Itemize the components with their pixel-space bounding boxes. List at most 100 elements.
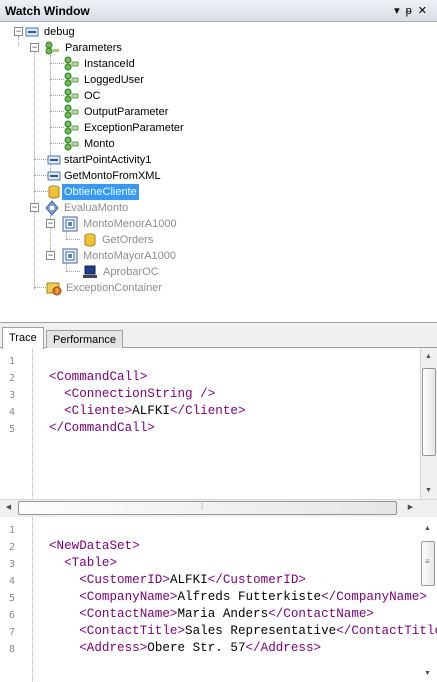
decision-icon [45, 200, 59, 216]
parameter-icon [64, 136, 79, 151]
line-number: 2 [9, 542, 16, 553]
parameter-icon [64, 120, 79, 135]
tree-label: GetMontoFromXML [64, 170, 161, 182]
scroll-left-icon[interactable]: ◀ [1, 500, 16, 515]
parameter-icon [64, 104, 79, 119]
xml-tag: <ConnectionString /> [64, 387, 216, 401]
tree-label: InstanceId [84, 58, 135, 70]
code-line: <CompanyName>Alfreds Futterkiste</Compan… [79, 590, 427, 604]
scroll-thumb[interactable] [422, 368, 436, 456]
scroll-up-icon[interactable]: ▲ [421, 349, 436, 364]
watch-tree: − − − − − debug Parameters InstanceId Lo… [0, 22, 437, 323]
code-line: <Address>Obere Str. 57</Address> [79, 641, 322, 655]
xml-tag: </Address> [245, 641, 322, 655]
scroll-right-icon[interactable]: ▶ [403, 500, 418, 515]
code-line: <NewDataSet> [49, 539, 140, 553]
parameter-icon [64, 72, 79, 87]
line-number: 1 [9, 525, 16, 536]
tree-label: startPointActivity1 [64, 154, 152, 166]
tree-label: Parameters [65, 42, 122, 54]
collapse-montomayor-icon[interactable]: − [46, 251, 55, 260]
tree-label: ExceptionContainer [66, 282, 163, 294]
tab-performance[interactable]: Performance [46, 330, 123, 348]
computer-icon [83, 265, 97, 278]
exception-icon: ! [46, 282, 62, 296]
window-buttons: ▾ᵽ✕ [394, 4, 433, 17]
database-icon [84, 233, 96, 247]
vertical-scrollbar[interactable]: ▲ ▼ [420, 348, 437, 499]
code-line: <Table> [49, 556, 118, 570]
tree-label: GetOrders [102, 234, 154, 246]
code-line: <ContactName>Maria Anders</ContactName> [79, 607, 374, 621]
tree-label: ExceptionParameter [84, 122, 184, 134]
line-number: 6 [9, 610, 16, 621]
scroll-down-icon[interactable]: ▼ [421, 483, 436, 498]
parameter-icon [64, 88, 79, 103]
tree-label: Monto [84, 138, 115, 150]
parameters-icon [45, 41, 59, 55]
vertical-scrollbar[interactable]: ▲ ≡ ▼ [420, 517, 437, 682]
grip-icon: ≡ [425, 557, 430, 566]
collapse-debug-icon[interactable]: − [14, 27, 23, 36]
svg-text:!: ! [56, 288, 59, 296]
activity-icon [47, 155, 61, 165]
code-line: <Cliente>ALFKI</Cliente> [64, 404, 246, 418]
xml-tag: </CompanyName> [321, 590, 427, 604]
database-icon [48, 185, 60, 199]
scroll-up-icon[interactable]: ▲ [420, 521, 435, 536]
collapse-evaluamonto-icon[interactable]: − [30, 203, 39, 212]
line-number: 4 [9, 576, 16, 587]
line-number: 7 [9, 627, 16, 638]
collapse-montomenor-icon[interactable]: − [46, 219, 55, 228]
tree-label: MontoMayorA1000 [83, 250, 176, 262]
tree-label: EvaluaMonto [64, 202, 129, 214]
branch-icon [62, 216, 78, 232]
trace-editor[interactable]: 1 2 3 4 5 <CommandCall> <ConnectionStrin… [0, 348, 437, 516]
watch-window-titlebar: Watch Window ▾ᵽ✕ [0, 0, 437, 22]
line-gutter [0, 517, 33, 682]
tree-label: debug [44, 26, 75, 38]
tree-label: ObtieneCliente [62, 184, 139, 200]
scroll-down-icon[interactable]: ▼ [420, 666, 435, 681]
parameter-icon [64, 56, 79, 71]
xml-tag: </CustomerID> [207, 573, 306, 587]
code-line: </CommandCall> [49, 421, 155, 435]
grip-icon: ⁞ [201, 502, 204, 511]
tab-strip: Trace Performance [0, 323, 437, 349]
code-line: <ContactTitle>Sales Representative</Cont… [49, 624, 437, 638]
pin-icon[interactable]: ᵽ [406, 5, 418, 17]
tree-label: OC [84, 90, 101, 102]
xml-tag: </ContactName> [268, 607, 374, 621]
tree-label: OutputParameter [84, 106, 169, 118]
line-number: 3 [9, 559, 16, 570]
line-number: 1 [9, 356, 16, 367]
line-number: 2 [9, 373, 16, 384]
activity-icon [25, 27, 39, 37]
activity-icon [47, 171, 61, 181]
xml-tag: <ContactName> [79, 607, 178, 621]
xml-tag: <CustomerID> [79, 573, 170, 587]
line-number: 8 [9, 644, 16, 655]
branch-icon [62, 248, 78, 264]
xml-tag: <ContactTitle> [79, 624, 186, 638]
result-editor[interactable]: 1 2 3 4 5 6 7 8 <NewDataSet> <Table> <Cu… [0, 517, 437, 682]
line-gutter [0, 348, 33, 516]
dropdown-icon[interactable]: ▾ [394, 5, 406, 17]
line-number: 4 [9, 407, 16, 418]
line-number: 5 [9, 424, 16, 435]
code-line: <ConnectionString /> [49, 387, 215, 401]
code-line: <CustomerID>ALFKI</CustomerID> [79, 573, 306, 587]
xml-tag: <Cliente> [64, 404, 133, 418]
line-number: 3 [9, 390, 16, 401]
tree-label: LoggedUser [84, 74, 144, 86]
horizontal-scrollbar[interactable]: ◀ ⁞ ▶ [0, 499, 437, 516]
code-line: <CommandCall> [49, 370, 148, 384]
xml-tag: <CompanyName> [79, 590, 178, 604]
scroll-thumb[interactable] [18, 501, 397, 515]
tab-trace[interactable]: Trace [2, 327, 44, 349]
window-title: Watch Window [5, 4, 90, 18]
close-icon[interactable]: ✕ [418, 5, 433, 17]
collapse-parameters-icon[interactable]: − [30, 43, 39, 52]
tree-label: AprobarOC [103, 266, 159, 278]
line-number: 5 [9, 593, 16, 604]
